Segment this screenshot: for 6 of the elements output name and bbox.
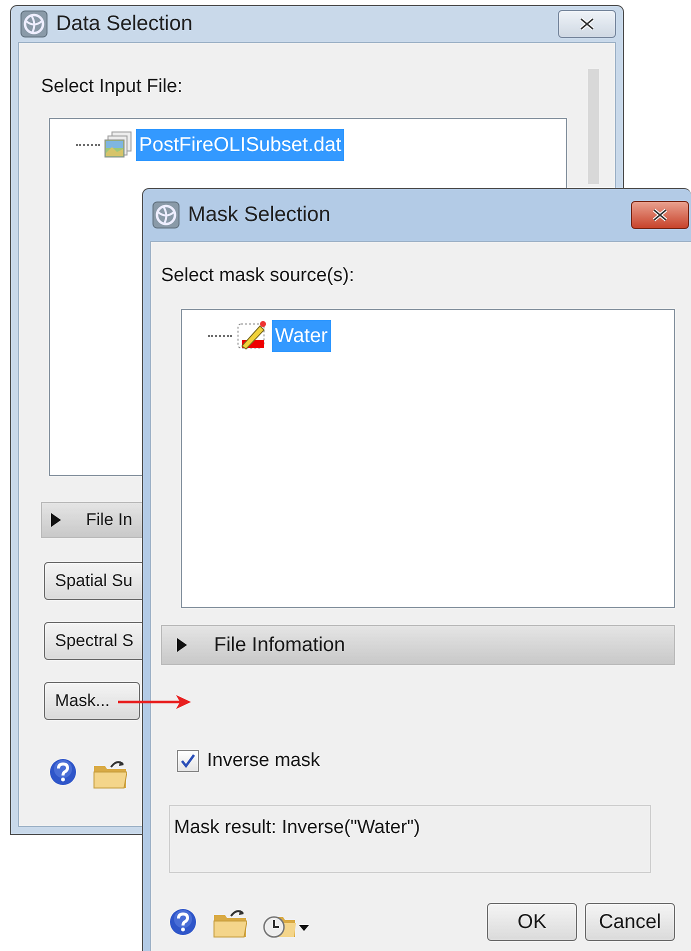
checkbox-label: Inverse mask xyxy=(207,748,320,772)
window-title: Mask Selection xyxy=(188,202,330,228)
window-title: Data Selection xyxy=(56,11,193,38)
prompt-label: Select Input File: xyxy=(41,75,183,99)
prompt-label: Select mask source(s): xyxy=(161,264,354,288)
result-box: Mask result: Inverse("Water") xyxy=(169,805,651,873)
